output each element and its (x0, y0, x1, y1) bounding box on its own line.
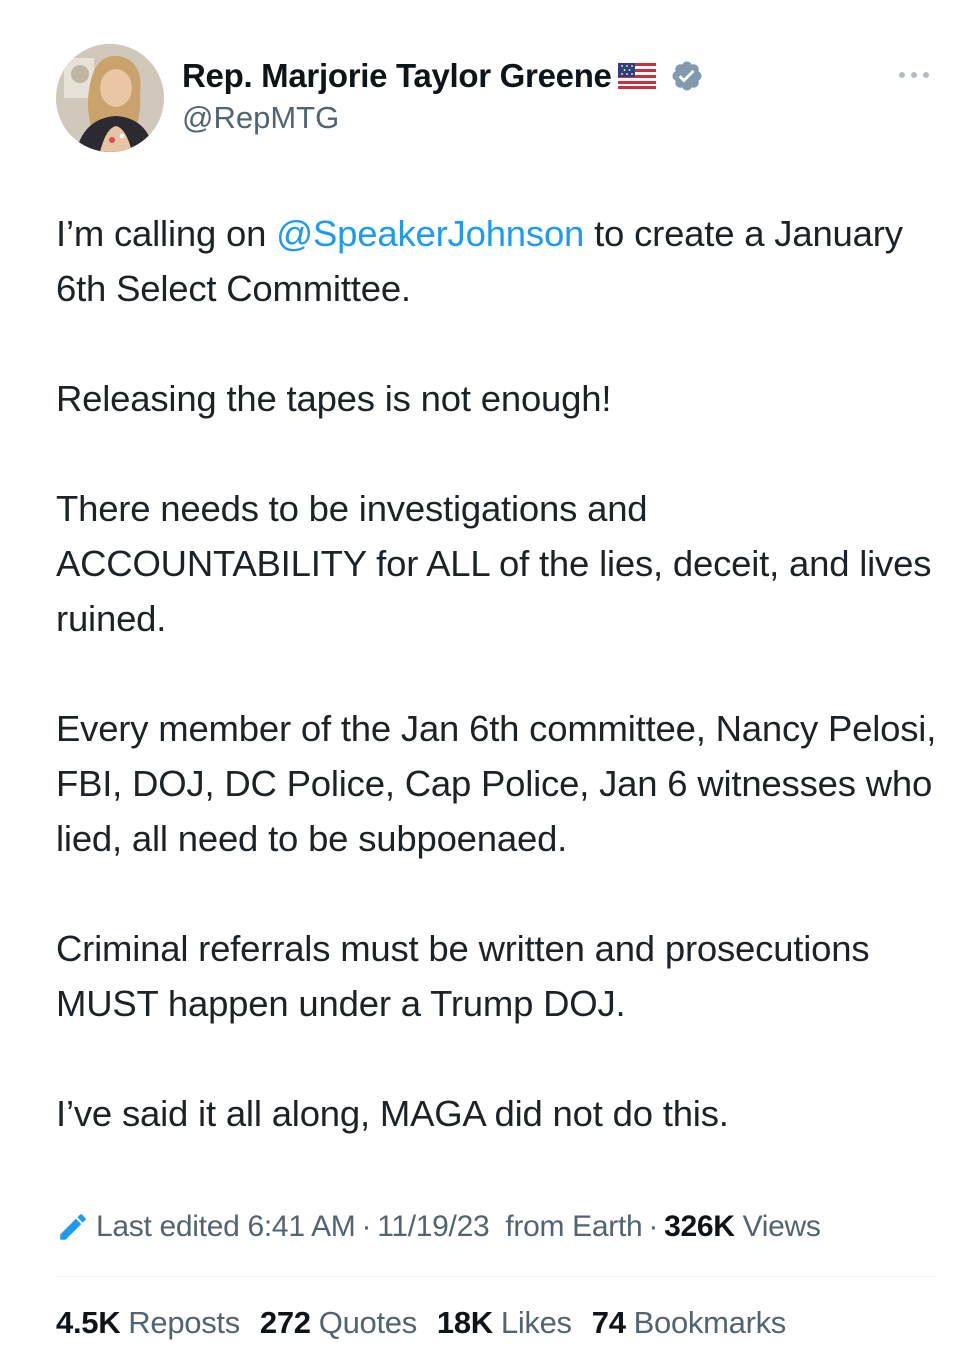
more-options-icon[interactable] (896, 68, 932, 82)
tweet-meta: Last edited 6:41 AM · 11/19/23 from Eart… (56, 1202, 936, 1252)
likes-label: Likes (500, 1305, 572, 1340)
tweet-paragraph-3: There needs to be investigations and ACC… (56, 488, 932, 639)
tweet-date[interactable]: 11/19/23 (377, 1210, 489, 1244)
divider (56, 1276, 936, 1277)
likes-stat[interactable]: 18K Likes (437, 1305, 572, 1341)
meta-separator: · (361, 1210, 372, 1243)
likes-count: 18K (436, 1305, 493, 1340)
bookmarks-label: Bookmarks (633, 1305, 787, 1340)
views-count: 326K (664, 1210, 735, 1243)
reposts-stat[interactable]: 4.5K Reposts (56, 1305, 240, 1341)
quotes-stat[interactable]: 272 Quotes (260, 1305, 417, 1341)
tweet-paragraph-5: Criminal referrals must be written and p… (56, 928, 870, 1024)
quotes-count: 272 (259, 1305, 311, 1340)
avatar-image (56, 44, 164, 152)
mention-link[interactable]: @SpeakerJohnson (276, 213, 584, 254)
reposts-label: Reposts (128, 1305, 240, 1340)
views-label: Views (742, 1210, 821, 1243)
meta-separator: · (648, 1210, 659, 1243)
author-info: Rep. Marjorie Taylor Greene @RepMTG (182, 56, 704, 136)
bookmarks-stat[interactable]: 74 Bookmarks (591, 1305, 787, 1341)
tweet-card: Rep. Marjorie Taylor Greene @RepMTG I’m … (0, 0, 980, 1354)
tweet-paragraph-2: Releasing the tapes is not enough! (56, 378, 612, 419)
author-name-row: Rep. Marjorie Taylor Greene (182, 56, 704, 96)
quotes-label: Quotes (318, 1305, 417, 1340)
reposts-count: 4.5K (56, 1305, 121, 1340)
edit-pencil-icon (56, 1210, 90, 1244)
author-handle[interactable]: @RepMTG (182, 100, 704, 136)
tweet-header: Rep. Marjorie Taylor Greene @RepMTG (56, 44, 936, 154)
tweet-paragraph-6: I’ve said it all along, MAGA did not do … (56, 1093, 729, 1134)
tweet-location: from Earth (505, 1210, 643, 1243)
tweet-paragraph-1: I’m calling on @SpeakerJohnson to create… (56, 206, 946, 316)
tweet-stats: 4.5K Reposts 272 Quotes 18K Likes 74 Bookmar… (56, 1298, 936, 1348)
verified-badge-icon[interactable] (670, 59, 704, 93)
tweet-paragraph-4: Every member of the Jan 6th committee, N… (56, 708, 937, 859)
tweet-text: I’m calling on @SpeakerJohnson to create… (56, 206, 946, 1141)
tweet-text-segment: I’m calling on (56, 213, 277, 254)
author-avatar[interactable] (56, 44, 164, 152)
bookmarks-count: 74 (591, 1305, 626, 1340)
us-flag-icon (617, 63, 656, 89)
author-display-name[interactable]: Rep. Marjorie Taylor Greene (182, 57, 612, 95)
last-edited-link[interactable]: Last edited 6:41 AM (96, 1210, 356, 1244)
